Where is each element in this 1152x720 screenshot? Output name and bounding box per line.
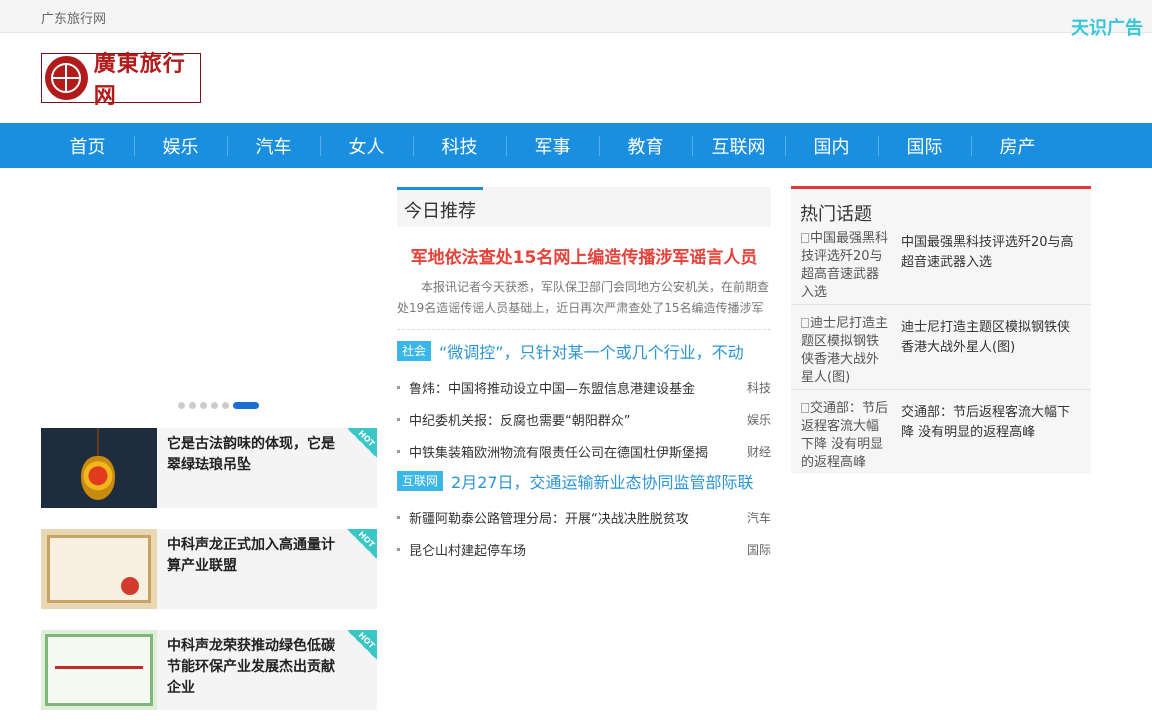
slider-dot[interactable] [200, 402, 207, 409]
feature-card-title[interactable]: 它是古法韵味的体现，它是翠绿珐琅吊坠 [157, 428, 355, 508]
feature-card[interactable]: 它是古法韵味的体现，它是翠绿珐琅吊坠 HOT [41, 428, 377, 508]
nav-item-auto[interactable]: 汽车 [227, 123, 320, 168]
topic-item[interactable]: 中国最强黑科技评选歼20与超高音速武器入选 中国最强黑科技评选歼20与高超音速武… [791, 220, 1091, 305]
topic-item[interactable]: 交通部：节后返程客流大幅下降 没有明显的返程高峰 交通部：节后返程客流大幅下降 … [791, 390, 1091, 475]
feature-card-title[interactable]: 中科声龙荣获推动绿色低碳节能环保产业发展杰出贡献企业 [157, 630, 355, 710]
middle-column: 今日推荐 军地依法查处15名网上编造传播涉军谣言人员 本报讯记者今天获悉，军队保… [397, 187, 771, 565]
list-item[interactable]: 昆仑山村建起停车场 国际 [397, 533, 771, 565]
image-slider[interactable] [41, 188, 377, 423]
nav-item-tech[interactable]: 科技 [413, 123, 506, 168]
logo-text: 廣東旅行网 [93, 51, 186, 109]
hot-topics-panel: 热门话题 中国最强黑科技评选歼20与超高音速武器入选 中国最强黑科技评选歼20与… [791, 186, 1091, 474]
hot-badge: HOT [347, 428, 377, 458]
category-lead-link[interactable]: “微调控”，只针对某一个或几个行业，不动 [439, 339, 744, 363]
header: 廣東旅行网 [0, 33, 1152, 123]
headline-link[interactable]: 军地依法查处15名网上编造传播涉军谣言人员 [397, 243, 771, 268]
category-tag[interactable]: 互联网 [397, 471, 444, 491]
top-bar: 广东旅行网 天识广告 [0, 0, 1152, 39]
category-row: 互联网 2月27日，交通运输新业态协同监管部际联 [397, 470, 771, 492]
hot-badge: HOT [347, 529, 377, 559]
nav-item-domestic[interactable]: 国内 [785, 123, 878, 168]
category-tag[interactable]: 社会 [397, 341, 432, 361]
nav-item-women[interactable]: 女人 [320, 123, 413, 168]
logo-seal-icon [45, 56, 88, 100]
hot-badge: HOT [347, 630, 377, 660]
topic-item[interactable]: 迪士尼打造主题区模拟钢铁侠香港大战外星人(图) 迪士尼打造主题区模拟钢铁侠香港大… [791, 305, 1091, 390]
news-title[interactable]: 中铁集装箱欧洲物流有限责任公司在德国杜伊斯堡揭 [397, 442, 708, 461]
feature-card-title[interactable]: 中科声龙正式加入高通量计算产业联盟 [157, 529, 355, 609]
news-category[interactable]: 财经 [747, 443, 771, 460]
news-list: 新疆阿勒泰公路管理分局：开展“决战决胜脱贫攻 汽车 昆仑山村建起停车场 国际 [397, 501, 771, 565]
nav-item-realestate[interactable]: 房产 [971, 123, 1064, 168]
main-nav: 首页 娱乐 汽车 女人 科技 军事 教育 互联网 国内 国际 房产 [0, 123, 1152, 168]
certificate-thumbnail[interactable] [41, 529, 157, 609]
list-item[interactable]: 中纪委机关报：反腐也需要“朝阳群众” 娱乐 [397, 403, 771, 435]
broken-image-icon [801, 318, 809, 328]
list-item[interactable]: 新疆阿勒泰公路管理分局：开展“决战决胜脱贫攻 汽车 [397, 501, 771, 533]
divider [397, 329, 771, 330]
nav-item-education[interactable]: 教育 [599, 123, 692, 168]
site-logo[interactable]: 廣東旅行网 [41, 51, 201, 109]
pendant-thumbnail[interactable] [41, 428, 157, 508]
broken-image-icon [801, 233, 809, 243]
category-row: 社会 “微调控”，只针对某一个或几个行业，不动 [397, 340, 771, 362]
left-column: 它是古法韵味的体现，它是翠绿珐琅吊坠 HOT 中科声龙正式加入高通量计算产业联盟… [41, 188, 377, 710]
nav-item-internet[interactable]: 互联网 [692, 123, 785, 168]
feature-card[interactable]: 中科声龙荣获推动绿色低碳节能环保产业发展杰出贡献企业 HOT [41, 630, 377, 710]
nav-item-entertainment[interactable]: 娱乐 [134, 123, 227, 168]
feature-card[interactable]: 中科声龙正式加入高通量计算产业联盟 HOT [41, 529, 377, 609]
news-title[interactable]: 新疆阿勒泰公路管理分局：开展“决战决胜脱贫攻 [397, 508, 689, 527]
headline-summary: 本报讯记者今天获悉，军队保卫部门会同地方公安机关，在前期查处19名造谣传谣人员基… [397, 280, 770, 315]
topic-image[interactable]: 中国最强黑科技评选歼20与超高音速武器入选 [801, 230, 891, 300]
category-lead-link[interactable]: 2月27日，交通运输新业态协同监管部际联 [451, 469, 754, 493]
topic-title[interactable]: 中国最强黑科技评选歼20与高超音速武器入选 [901, 230, 1081, 304]
topic-image[interactable]: 交通部：节后返程客流大幅下降 没有明显的返程高峰 [801, 400, 891, 470]
nav-item-home[interactable]: 首页 [41, 123, 134, 168]
news-category[interactable]: 汽车 [747, 509, 771, 526]
topic-title[interactable]: 迪士尼打造主题区模拟钢铁侠香港大战外星人(图) [901, 315, 1081, 389]
slider-dots [178, 402, 259, 409]
broken-image-icon [801, 403, 809, 413]
slider-dot[interactable] [211, 402, 218, 409]
news-title[interactable]: 鲁炜：中国将推动设立中国—东盟信息港建设基金 [397, 378, 695, 397]
topic-image[interactable]: 迪士尼打造主题区模拟钢铁侠香港大战外星人(图) [801, 315, 891, 385]
news-title[interactable]: 中纪委机关报：反腐也需要“朝阳群众” [397, 410, 630, 429]
section-header: 今日推荐 [397, 187, 771, 227]
news-title[interactable]: 昆仑山村建起停车场 [397, 540, 526, 559]
slider-dot[interactable] [222, 402, 229, 409]
slider-dot[interactable] [178, 402, 185, 409]
list-item[interactable]: 中铁集装箱欧洲物流有限责任公司在德国杜伊斯堡揭 财经 [397, 435, 771, 467]
nav-item-international[interactable]: 国际 [878, 123, 971, 168]
slider-dot-active[interactable] [233, 402, 259, 409]
slider-dot[interactable] [189, 402, 196, 409]
section-header: 热门话题 [791, 186, 1091, 225]
news-category[interactable]: 国际 [747, 541, 771, 558]
site-name[interactable]: 广东旅行网 [41, 8, 106, 27]
section-title: 今日推荐 [404, 201, 476, 222]
news-list: 鲁炜：中国将推动设立中国—东盟信息港建设基金 科技 中纪委机关报：反腐也需要“朝… [397, 371, 771, 467]
section-title: 热门话题 [800, 204, 872, 225]
nav-item-military[interactable]: 军事 [506, 123, 599, 168]
news-category[interactable]: 娱乐 [747, 411, 771, 428]
certificate-thumbnail[interactable] [41, 630, 157, 710]
topic-title[interactable]: 交通部：节后返程客流大幅下降 没有明显的返程高峰 [901, 400, 1081, 475]
news-category[interactable]: 科技 [747, 379, 771, 396]
list-item[interactable]: 鲁炜：中国将推动设立中国—东盟信息港建设基金 科技 [397, 371, 771, 403]
